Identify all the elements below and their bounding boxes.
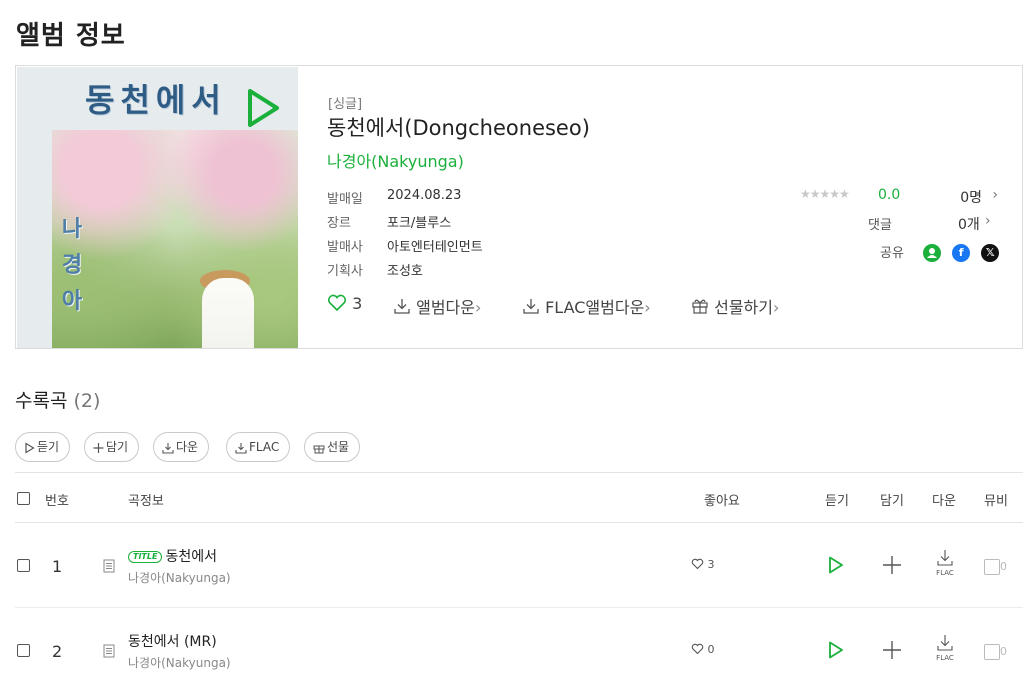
comments-count[interactable]: 0개 xyxy=(958,214,980,234)
header-listen: 듣기 xyxy=(825,494,849,509)
heart-icon xyxy=(327,294,347,312)
header-info: 곡정보 xyxy=(128,494,164,509)
gift-icon xyxy=(313,445,325,453)
title-badge: TITLE xyxy=(128,551,163,563)
page-title: 앨범 정보 xyxy=(16,21,126,51)
album-type: [싱글] xyxy=(328,97,363,112)
gift-icon xyxy=(692,299,708,314)
header-add: 담기 xyxy=(880,494,904,509)
facebook-icon[interactable]: f xyxy=(952,243,971,262)
listen-all-button[interactable]: 듣기 xyxy=(15,432,71,462)
share-icons: f 𝕏 xyxy=(923,242,1005,262)
track-mv-button[interactable]: 0 xyxy=(984,556,1007,575)
rating-stars: ★★★★★ xyxy=(800,187,850,201)
track-artist[interactable]: 나경아(Nakyunga) xyxy=(128,569,231,586)
chevron-right-icon: › xyxy=(992,187,998,203)
select-all-checkbox[interactable] xyxy=(17,492,30,505)
mv-checkbox-icon xyxy=(984,558,1000,575)
download-icon xyxy=(937,635,953,651)
chevron-right-icon: › xyxy=(985,213,991,229)
table-row: 1 TITLE 동천에서 나경아(Nakyunga) 3 FLAC 0 xyxy=(15,523,1023,608)
x-icon[interactable]: 𝕏 xyxy=(981,243,1000,262)
lyrics-icon[interactable] xyxy=(103,644,115,658)
plus-icon[interactable] xyxy=(882,555,902,575)
track-download-button[interactable]: FLAC xyxy=(932,634,958,662)
album-name: 동천에서(Dongcheoneseo) xyxy=(327,116,590,140)
track-mv-button[interactable]: 0 xyxy=(984,641,1007,660)
header-mv: 뮤비 xyxy=(984,494,1008,509)
table-row: 2 동천에서 (MR) 나경아(Nakyunga) 0 FLAC 0 xyxy=(15,608,1023,684)
heart-icon xyxy=(691,558,704,570)
track-number: 2 xyxy=(52,642,63,661)
lyrics-icon[interactable] xyxy=(103,559,115,573)
album-details: [싱글] 동천에서(Dongcheoneseo) 나경아(Nakyunga) 발… xyxy=(327,66,1022,348)
cover-title-text: 동천에서 xyxy=(85,81,227,119)
album-artist-link[interactable]: 나경아(Nakyunga) xyxy=(327,148,464,172)
gift-button[interactable]: 선물하기› xyxy=(691,294,779,318)
track-like-button[interactable]: 3 xyxy=(691,558,715,571)
like-button[interactable]: 3 xyxy=(327,294,362,313)
flac-all-button[interactable]: FLAC xyxy=(226,432,291,462)
download-icon xyxy=(394,299,410,314)
row-checkbox[interactable] xyxy=(17,559,30,572)
profile-icon[interactable] xyxy=(923,243,941,262)
album-download-button[interactable]: 앨범다운› xyxy=(393,294,481,318)
comments-label: 댓글 xyxy=(868,218,892,233)
header-number: 번호 xyxy=(45,494,69,509)
download-icon xyxy=(235,442,247,454)
plus-icon[interactable] xyxy=(882,640,902,660)
tracks-table-header: 번호 곡정보 좋아요 듣기 담기 다운 뮤비 xyxy=(15,473,1023,523)
track-download-button[interactable]: FLAC xyxy=(932,549,958,577)
cover-photo xyxy=(52,130,298,348)
play-icon[interactable] xyxy=(827,555,845,575)
download-icon xyxy=(937,550,953,566)
play-icon xyxy=(25,441,35,454)
album-cover[interactable]: 동천에서 나 경 아 xyxy=(17,67,298,348)
track-artist[interactable]: 나경아(Nakyunga) xyxy=(128,654,231,671)
tracks-table: 번호 곡정보 좋아요 듣기 담기 다운 뮤비 1 TITLE 동천에서 나경아(N… xyxy=(15,472,1023,670)
share-label: 공유 xyxy=(880,246,904,261)
track-like-button[interactable]: 0 xyxy=(691,643,715,656)
album-info-box: 동천에서 나 경 아 [싱글] 동천에서(Dongcheoneseo) 나경아(… xyxy=(15,65,1023,349)
rating-score: 0.0 xyxy=(878,187,901,203)
track-title[interactable]: TITLE 동천에서 xyxy=(128,546,217,566)
heart-icon xyxy=(691,643,704,655)
rating-row[interactable]: ★★★★★ 0.0 0명 › xyxy=(800,187,1010,207)
mv-checkbox-icon xyxy=(984,643,1000,660)
download-icon xyxy=(162,442,174,454)
cover-artist-text: 나 경 아 xyxy=(61,217,83,314)
cover-play-icon[interactable] xyxy=(245,87,281,129)
play-icon[interactable] xyxy=(827,640,845,660)
tracks-section-title: 수록곡 (2) xyxy=(15,390,101,412)
gift-all-button[interactable]: 선물 xyxy=(304,432,361,462)
rating-count: 0명 xyxy=(960,190,982,206)
track-title[interactable]: 동천에서 (MR) xyxy=(128,631,217,651)
header-download: 다운 xyxy=(932,494,956,509)
tracks-count: (2) xyxy=(73,390,101,412)
download-icon xyxy=(523,299,539,314)
header-likes: 좋아요 xyxy=(704,494,740,509)
flac-download-button[interactable]: FLAC앨범다운› xyxy=(522,294,651,318)
add-all-button[interactable]: 담기 xyxy=(84,432,140,462)
row-checkbox[interactable] xyxy=(17,644,30,657)
track-number: 1 xyxy=(52,557,63,576)
download-all-button[interactable]: 다운 xyxy=(153,432,210,462)
plus-icon xyxy=(93,442,104,453)
